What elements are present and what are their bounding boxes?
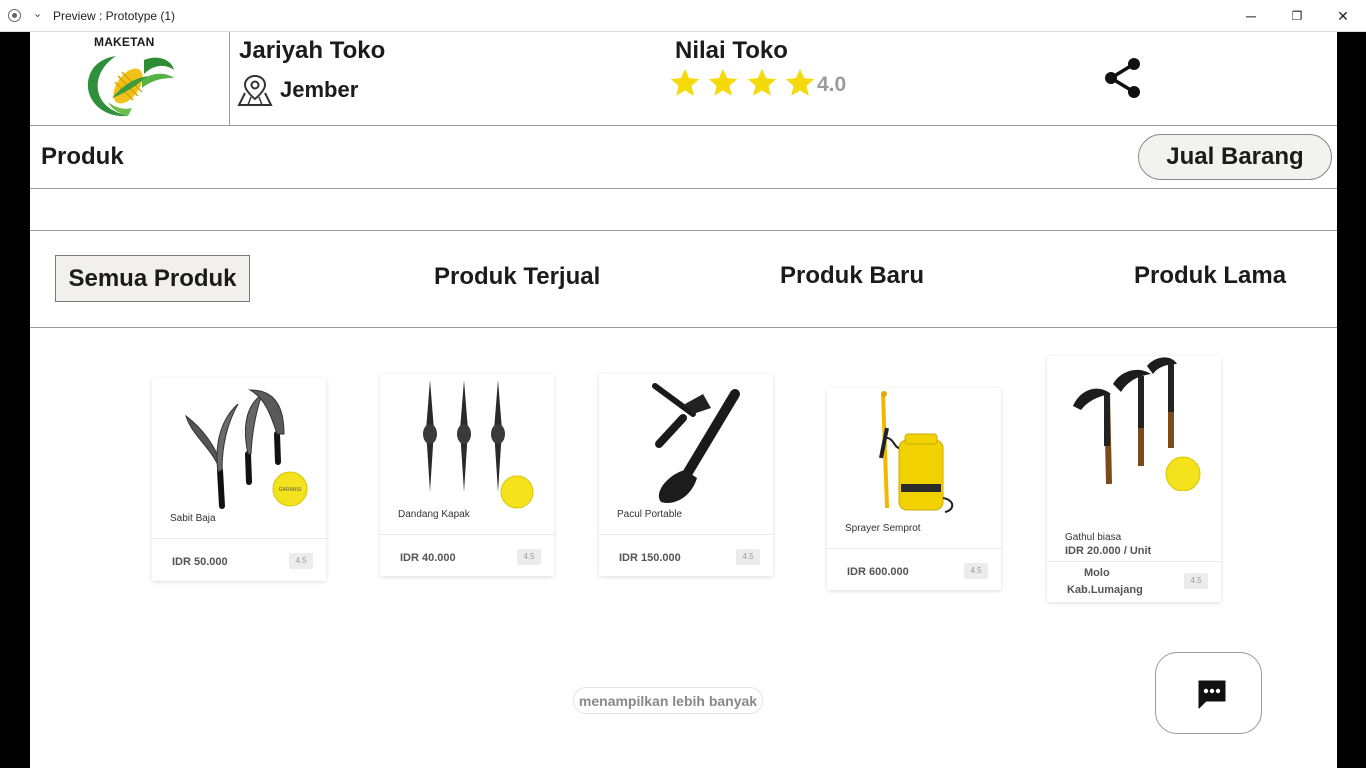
tab-old-products[interactable]: Produk Lama	[1134, 262, 1286, 290]
logo-text: MAKETAN	[94, 35, 155, 49]
chat-button[interactable]	[1155, 652, 1262, 734]
product-name: Gathul biasa	[1065, 532, 1122, 543]
star-icon	[709, 68, 738, 96]
app-icon	[8, 9, 21, 22]
rating-badge: 4.5	[964, 563, 988, 579]
pickaxe-icon	[423, 380, 534, 509]
product-price: IDR 50.000	[172, 556, 228, 568]
star-icon	[747, 68, 777, 96]
svg-text:GARANSI: GARANSI	[279, 487, 302, 493]
logo-area[interactable]: MAKETAN	[30, 32, 230, 125]
show-more-button[interactable]: menampilkan lebih banyak	[573, 687, 763, 714]
divider	[599, 534, 773, 535]
product-price: IDR 40.000	[400, 552, 456, 564]
chat-bubble-icon	[1198, 680, 1226, 709]
folding-shovel-icon	[652, 383, 740, 503]
corn-leaf-logo-icon	[87, 56, 174, 117]
divider	[152, 538, 326, 539]
product-location-region: Kab.Lumajang	[1067, 584, 1143, 596]
product-price: IDR 20.000 / Unit	[1065, 545, 1152, 557]
rating-title: Nilai Toko	[675, 37, 788, 64]
chevron-down-icon[interactable]: ⌄	[33, 7, 42, 20]
sprayer-icon	[879, 391, 954, 513]
tab-sold-products[interactable]: Produk Terjual	[434, 263, 600, 291]
rating-badge: 4.5	[289, 553, 313, 569]
product-card[interactable]: Pacul Portable IDR 150.000 4.5	[599, 374, 773, 576]
product-card[interactable]: GARANSI Sabit Baja IDR 50.000 4.5	[152, 378, 326, 581]
product-location-city: Molo	[1084, 567, 1110, 579]
products-toolbar: Produk Jual Barang	[30, 126, 1337, 189]
empty-bar	[30, 189, 1337, 231]
window-titlebar: ⌄ Preview : Prototype (1) ─ ❐ ✕	[0, 0, 1366, 32]
product-card[interactable]: Sprayer Semprot IDR 600.000 4.5	[827, 388, 1001, 590]
store-name: Jariyah Toko	[239, 37, 386, 64]
rating-badge: 4.5	[736, 549, 760, 565]
maximize-button[interactable]: ❐	[1274, 0, 1320, 32]
product-name: Sprayer Semprot	[845, 523, 921, 534]
product-price: IDR 150.000	[619, 552, 681, 564]
store-page: MAKETAN Jariyah Toko Jember Nilai Toko 4…	[30, 32, 1337, 768]
star-icon	[786, 68, 815, 96]
rating-badge: 4.5	[517, 549, 541, 565]
product-card[interactable]: Dandang Kapak IDR 40.000 4.5	[380, 374, 554, 576]
map-pin-icon	[237, 74, 273, 106]
product-tabs: Semua Produk Produk Terjual Produk Baru …	[30, 231, 1337, 328]
product-card[interactable]: Gathul biasa IDR 20.000 / Unit Molo Kab.…	[1047, 356, 1221, 602]
tab-all-products[interactable]: Semua Produk	[55, 255, 250, 302]
close-button[interactable]: ✕	[1320, 0, 1366, 32]
star-icon	[670, 68, 700, 96]
minimize-button[interactable]: ─	[1228, 0, 1274, 32]
divider	[1047, 561, 1221, 562]
sickle-icon: GARANSI	[185, 389, 308, 509]
product-name: Sabit Baja	[170, 513, 216, 524]
product-price: IDR 600.000	[847, 566, 909, 578]
window-title: Preview : Prototype (1)	[53, 9, 176, 23]
divider	[827, 548, 1001, 549]
store-location: Jember	[280, 77, 359, 102]
products-title: Produk	[41, 143, 124, 170]
rating-value: 4.0	[817, 73, 847, 96]
store-header: MAKETAN Jariyah Toko Jember Nilai Toko 4…	[30, 32, 1337, 126]
product-name: Pacul Portable	[617, 509, 683, 520]
divider	[380, 534, 554, 535]
rating-stars	[668, 66, 817, 100]
tab-new-products[interactable]: Produk Baru	[780, 262, 924, 290]
rating-badge: 4.5	[1184, 573, 1208, 589]
product-name: Dandang Kapak	[398, 509, 470, 520]
sell-item-button[interactable]: Jual Barang	[1138, 134, 1332, 180]
hoe-icon	[1073, 357, 1201, 491]
share-icon[interactable]	[1103, 56, 1143, 100]
